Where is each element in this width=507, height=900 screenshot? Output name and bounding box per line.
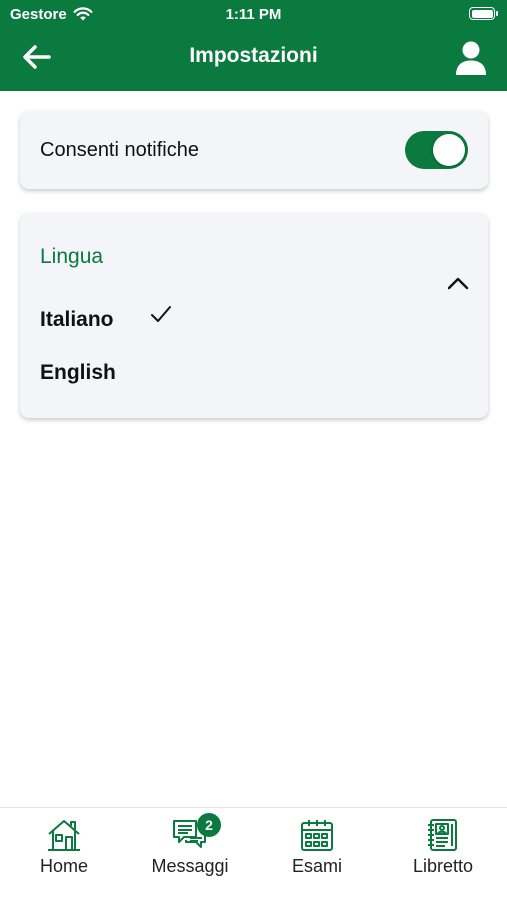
notifications-card: Consenti notifiche: [20, 111, 488, 189]
notifications-label: Consenti notifiche: [40, 139, 199, 161]
language-card: Lingua Italiano English: [20, 213, 488, 418]
tab-esami-label: Esami: [291, 856, 342, 876]
tab-home-label: Home: [39, 856, 88, 876]
tab-home[interactable]: Home: [9, 818, 119, 877]
tab-messaggi-label: Messaggi: [151, 856, 229, 876]
calendar-icon: [301, 820, 333, 851]
checkmark-icon: [151, 306, 171, 322]
house-icon: [48, 820, 80, 851]
messages-badge: 2: [197, 813, 221, 837]
tab-messaggi[interactable]: 2 Messaggi: [135, 813, 245, 877]
language-option-italiano[interactable]: Italiano: [40, 308, 114, 332]
language-header: Lingua: [40, 245, 104, 268]
page-title: Impostazioni: [189, 44, 318, 67]
user-icon: [456, 41, 486, 75]
status-bar: Gestore 1:11 PM: [0, 0, 507, 28]
tab-bar: Home 2 Messaggi Esami Libretto: [0, 807, 507, 900]
language-option-english[interactable]: English: [40, 361, 116, 385]
chevron-up-icon[interactable]: [446, 275, 470, 291]
notifications-toggle[interactable]: [405, 131, 468, 169]
battery-icon: [469, 7, 498, 20]
notebook-icon: [428, 819, 457, 851]
tab-libretto-label: Libretto: [412, 856, 474, 876]
tab-esami[interactable]: Esami: [262, 818, 372, 877]
status-time: 1:11 PM: [225, 6, 282, 23]
app-header: Gestore 1:11 PM Impostazioni: [0, 0, 507, 91]
toggle-knob: [433, 134, 465, 166]
tab-libretto[interactable]: Libretto: [388, 818, 498, 877]
profile-button[interactable]: [455, 40, 487, 76]
